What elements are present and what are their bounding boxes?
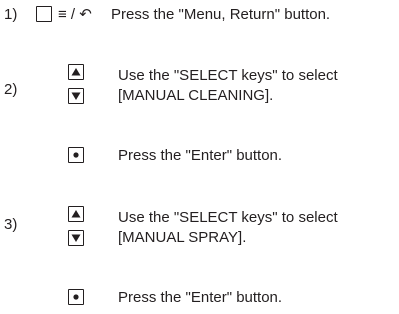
down-arrow-key-icon	[68, 230, 84, 246]
step-number-1: 1)	[4, 6, 18, 23]
step-3-select-line-1: Use the "SELECT keys" to select	[118, 209, 338, 226]
step-3-enter-text: Press the "Enter" button.	[118, 289, 283, 306]
step-number-3: 3)	[4, 216, 18, 233]
step-2-enter-text: Press the "Enter" button.	[118, 147, 283, 164]
menu-return-symbols: ≡ / ↶	[58, 6, 92, 23]
up-arrow-key-icon	[68, 206, 84, 222]
up-arrow-key-icon	[68, 64, 84, 80]
down-arrow-key-icon	[68, 88, 84, 104]
step-2-select-line-2: [MANUAL CLEANING].	[118, 87, 274, 104]
step-1-text: Press the "Menu, Return" button.	[111, 6, 331, 23]
step-2-select-line-1: Use the "SELECT keys" to select	[118, 67, 338, 84]
enter-button-icon	[68, 289, 84, 305]
step-3-select-line-2: [MANUAL SPRAY].	[118, 229, 247, 246]
step-number-2: 2)	[4, 81, 18, 98]
enter-button-icon	[68, 147, 84, 163]
menu-return-button-icon	[36, 6, 52, 22]
